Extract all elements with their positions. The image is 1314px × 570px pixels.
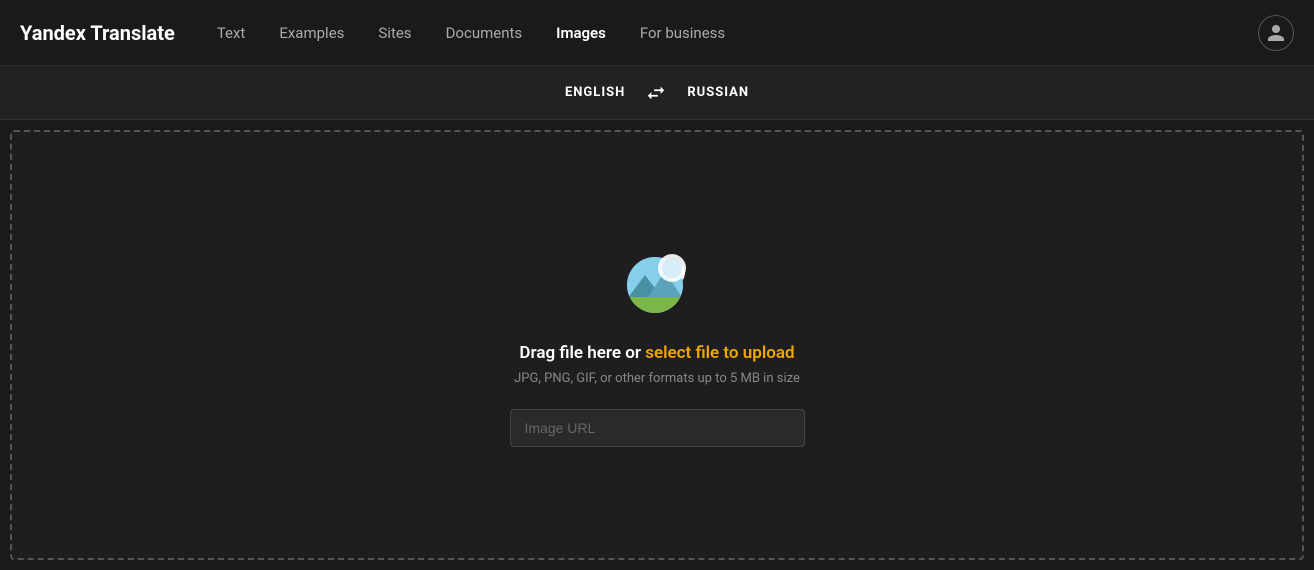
nav-item-text[interactable]: Text [205, 16, 258, 50]
source-language[interactable]: ENGLISH [565, 85, 625, 100]
nav-item-sites[interactable]: Sites [366, 16, 423, 50]
logo: Yandex Translate [20, 21, 175, 45]
nav: Text Examples Sites Documents Images For… [205, 16, 1258, 50]
drop-zone[interactable]: Drag file here or select file to upload … [10, 130, 1304, 560]
swap-languages-icon[interactable] [645, 82, 667, 104]
image-url-input[interactable] [510, 409, 805, 447]
nav-item-images[interactable]: Images [544, 16, 618, 50]
drop-text-static: Drag file here or [519, 343, 645, 363]
upload-image-icon [617, 243, 697, 323]
nav-item-for-business[interactable]: For business [628, 16, 737, 50]
target-language[interactable]: RUSSIAN [687, 85, 749, 100]
drop-subtitle: JPG, PNG, GIF, or other formats up to 5 … [514, 369, 800, 389]
header-right [1258, 15, 1294, 51]
nav-item-examples[interactable]: Examples [267, 16, 356, 50]
nav-item-documents[interactable]: Documents [434, 16, 535, 50]
lang-bar: ENGLISH RUSSIAN [0, 66, 1314, 120]
user-icon[interactable] [1258, 15, 1294, 51]
drop-text: Drag file here or select file to upload [519, 343, 794, 363]
main-content: Drag file here or select file to upload … [0, 120, 1314, 570]
header: Yandex Translate Text Examples Sites Doc… [0, 0, 1314, 66]
drop-text-link[interactable]: select file to upload [645, 343, 794, 363]
